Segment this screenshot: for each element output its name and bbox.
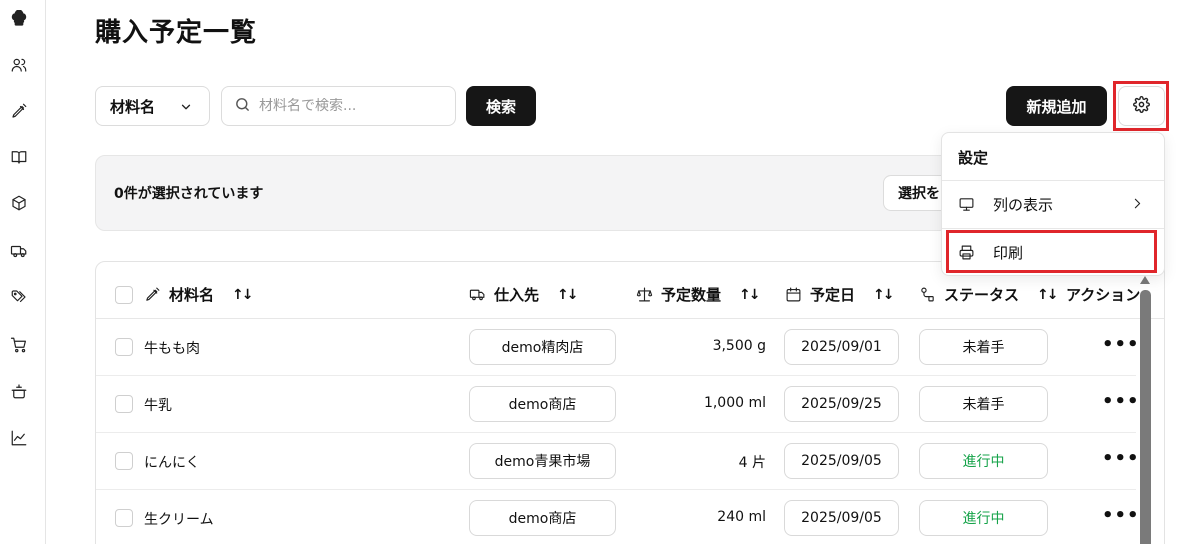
more-actions-icon[interactable]: ••• [1102, 448, 1140, 469]
search-button[interactable]: 検索 [466, 86, 536, 126]
planned-date[interactable]: 2025/09/01 [784, 329, 899, 365]
row-checkbox[interactable] [115, 395, 133, 413]
status-icon [921, 287, 934, 302]
column-header-quantity[interactable]: 予定数量 ↑↓ [636, 284, 761, 305]
row-checkbox[interactable] [115, 509, 133, 527]
planned-date[interactable]: 2025/09/25 [784, 386, 899, 422]
table-row: 生クリーム demo商店 240 ml 2025/09/05 進行中 ••• [96, 490, 1139, 544]
column-header-date[interactable]: 予定日 ↑↓ [785, 284, 895, 305]
column-label: 仕入先 [494, 286, 540, 304]
supplier-chip[interactable]: demo商店 [469, 500, 616, 536]
more-actions-icon[interactable]: ••• [1102, 334, 1140, 355]
sort-icon[interactable]: ↑↓ [232, 287, 254, 303]
status-badge[interactable]: 未着手 [919, 386, 1048, 422]
truck-icon [469, 289, 485, 301]
tags-icon[interactable] [8, 286, 30, 308]
material-name: 牛乳 [144, 398, 172, 414]
column-label: ステータス [944, 286, 1020, 304]
scroll-up-arrow[interactable] [1140, 276, 1150, 284]
page-title: 購入予定一覧 [95, 18, 258, 48]
menu-divider [942, 180, 1164, 181]
column-label: 予定数量 [661, 286, 722, 304]
chart-icon[interactable] [8, 427, 30, 449]
box-icon[interactable] [8, 192, 30, 214]
column-label: 材料名 [169, 286, 215, 304]
more-actions-icon[interactable]: ••• [1102, 391, 1140, 412]
add-new-button[interactable]: 新規追加 [1006, 86, 1107, 126]
column-header-status[interactable]: ステータス ↑↓ [919, 284, 1059, 305]
truck-icon[interactable] [8, 240, 30, 262]
status-badge[interactable]: 進行中 [919, 500, 1048, 536]
chef-hat-icon[interactable] [8, 8, 30, 30]
calendar-icon [786, 287, 801, 302]
sort-icon[interactable]: ↑↓ [739, 287, 761, 303]
column-header-actions: アクション [1066, 284, 1140, 305]
column-header-supplier[interactable]: 仕入先 ↑↓ [469, 284, 579, 305]
material-name: 牛もも肉 [144, 341, 200, 357]
book-icon[interactable] [8, 146, 30, 168]
table-row: 牛もも肉 demo精肉店 3,500 g 2025/09/01 未着手 ••• [96, 319, 1139, 376]
selection-count: 0件が選択されています [114, 186, 264, 202]
menu-item-label: 印刷 [993, 243, 1024, 262]
printer-icon [959, 245, 974, 259]
sidebar [0, 0, 46, 544]
search-icon [234, 96, 251, 117]
material-name: にんにく [144, 455, 200, 471]
table-scrollbar[interactable] [1140, 290, 1151, 544]
filter-field-label: 材料名 [110, 97, 156, 116]
sort-icon[interactable]: ↑↓ [1037, 287, 1059, 303]
planned-date[interactable]: 2025/09/05 [784, 443, 899, 479]
menu-title: 設定 [958, 149, 989, 167]
menu-divider [942, 228, 1164, 229]
row-checkbox[interactable] [115, 338, 133, 356]
sort-icon[interactable]: ↑↓ [873, 287, 895, 303]
cart-icon[interactable] [8, 334, 30, 356]
planned-quantity: 4 片 [738, 455, 766, 471]
select-all-checkbox[interactable] [115, 286, 133, 304]
planned-quantity: 1,000 ml [703, 395, 766, 411]
search-field [221, 86, 456, 126]
pen-icon[interactable] [8, 100, 30, 122]
menu-item-print[interactable]: 印刷 [942, 230, 1164, 274]
status-badge[interactable]: 進行中 [919, 443, 1048, 479]
column-label: 予定日 [810, 286, 856, 304]
gear-icon [1133, 95, 1150, 117]
planned-quantity: 240 ml [717, 509, 766, 525]
pen-icon [146, 287, 160, 301]
filter-field-select[interactable]: 材料名 [95, 86, 210, 126]
table-row: 牛乳 demo商店 1,000 ml 2025/09/25 未着手 ••• [96, 376, 1139, 433]
status-badge[interactable]: 未着手 [919, 329, 1048, 365]
pot-icon[interactable] [8, 380, 30, 402]
search-input[interactable] [259, 98, 439, 114]
more-actions-icon[interactable]: ••• [1102, 505, 1140, 526]
menu-item-label: 列の表示 [993, 195, 1054, 214]
users-icon[interactable] [8, 54, 30, 76]
supplier-chip[interactable]: demo商店 [469, 386, 616, 422]
chevron-right-icon [1129, 195, 1146, 216]
chevron-down-icon [179, 100, 193, 118]
planned-date[interactable]: 2025/09/05 [784, 500, 899, 536]
scale-icon [636, 287, 653, 302]
planned-quantity: 3,500 g [712, 338, 766, 354]
menu-item-column-visibility[interactable]: 列の表示 [942, 182, 1164, 226]
supplier-chip[interactable]: demo青果市場 [469, 443, 616, 479]
table-row: にんにく demo青果市場 4 片 2025/09/05 進行中 ••• [96, 433, 1139, 490]
material-name: 生クリーム [144, 512, 214, 528]
row-checkbox[interactable] [115, 452, 133, 470]
settings-button[interactable] [1118, 86, 1165, 126]
monitor-icon [959, 197, 974, 211]
supplier-chip[interactable]: demo精肉店 [469, 329, 616, 365]
settings-menu: 設定 列の表示 印刷 [941, 132, 1165, 276]
column-header-name[interactable]: 材料名 ↑↓ [144, 284, 254, 305]
purchase-table: 材料名 ↑↓ 仕入先 ↑↓ 予定数量 ↑↓ 予定日 ↑↓ ステータス ↑↓ アク… [95, 261, 1165, 544]
column-label: アクション [1066, 286, 1141, 304]
sort-icon[interactable]: ↑↓ [557, 287, 579, 303]
